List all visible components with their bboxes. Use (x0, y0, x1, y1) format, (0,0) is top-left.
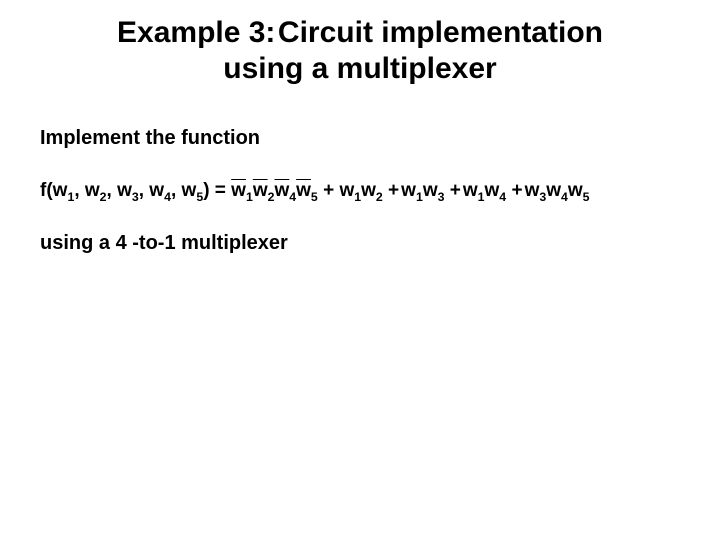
sub-4: 4 (164, 190, 171, 204)
t1-w2bar-w: w (253, 180, 268, 201)
comma-w-3: , w (107, 180, 132, 201)
prompt-line: Implement the function (40, 127, 680, 150)
t2-w1: w (339, 180, 354, 201)
title-line-1: Example 3: Circuit implementation (117, 16, 603, 49)
lhs-f: f(w (40, 180, 67, 201)
comma-w-4: , w (139, 180, 164, 201)
t5-w4: w (546, 180, 561, 201)
t1-w5bar-w: w (296, 180, 311, 201)
t3-s1: 1 (416, 190, 423, 204)
plus-2: + (388, 180, 399, 201)
t1-w5bar: w (296, 180, 311, 201)
t1-s1: 1 (246, 190, 253, 204)
closing-line: using a 4 -to-1 multiplexer (40, 232, 680, 255)
comma-w-2: , w (74, 180, 99, 201)
t4-w1: w (463, 180, 478, 201)
t2-w2: w (361, 180, 376, 201)
t4-s1: 1 (478, 190, 485, 204)
t3-w3: w (423, 180, 438, 201)
t4-s4: 4 (499, 190, 506, 204)
t2-s2: 2 (376, 190, 383, 204)
sub-2: 2 (100, 190, 107, 204)
t1-w1bar: w (231, 180, 246, 201)
t3-s3: 3 (438, 190, 445, 204)
equation: f(w1, w2, w3, w4, w5) = w1w2w4w5 + w1w2 … (40, 180, 680, 202)
title-line-2: using a multiplexer (223, 52, 496, 85)
plus-3: + (450, 180, 461, 201)
t1-s5: 5 (311, 190, 318, 204)
t1-w1bar-w: w (231, 180, 246, 201)
t5-w5: w (568, 180, 583, 201)
sub-3: 3 (132, 190, 139, 204)
t4-w4: w (485, 180, 500, 201)
t5-s4: 4 (561, 190, 568, 204)
slide-title: Example 3: Circuit implementation using … (40, 15, 680, 87)
t3-w1: w (401, 180, 416, 201)
comma-w-5: , w (171, 180, 196, 201)
plus-4: + (511, 180, 522, 201)
t1-w2bar: w (253, 180, 268, 201)
t1-w4bar: w (274, 180, 289, 201)
rparen-eq: ) = (203, 180, 231, 201)
t5-s5: 5 (583, 190, 590, 204)
t1-w4bar-w: w (274, 180, 289, 201)
t5-w3: w (525, 180, 540, 201)
slide: Example 3: Circuit implementation using … (0, 0, 720, 540)
plus-1: + (323, 180, 339, 201)
